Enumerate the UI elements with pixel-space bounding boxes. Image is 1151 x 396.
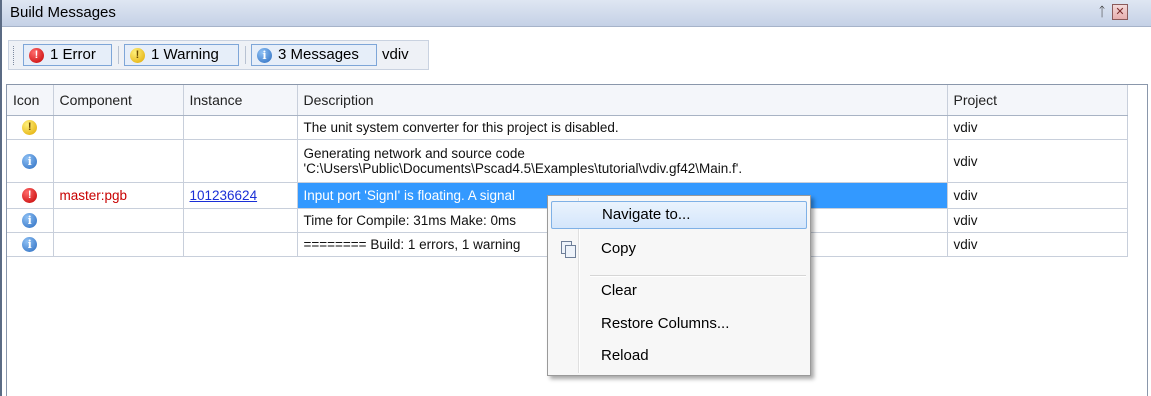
instance-link[interactable]: 101236624 xyxy=(190,188,258,203)
window-title: Build Messages xyxy=(10,4,116,21)
info-icon: i xyxy=(257,48,272,63)
table-row[interactable]: ! The unit system converter for this pro… xyxy=(7,115,1128,140)
error-icon: ! xyxy=(29,48,44,63)
row-icon-cell: ! xyxy=(7,182,54,209)
build-messages-panel: Build Messages ᛏ ✕ ! 1 Error ! 1 Warning… xyxy=(0,0,1151,396)
info-icon: i xyxy=(22,153,38,169)
menu-item-label: Restore Columns... xyxy=(601,315,730,332)
close-button[interactable]: ✕ xyxy=(1112,4,1128,20)
component-cell xyxy=(53,232,184,257)
description-line: 'C:\Users\Public\Documents\Pscad4.5\Exam… xyxy=(303,161,743,176)
toolbar-grip[interactable] xyxy=(13,46,16,65)
instance-cell xyxy=(183,208,298,233)
row-icon-cell: ! xyxy=(7,115,54,140)
messages-toggle-button[interactable]: i 3 Messages xyxy=(251,44,377,66)
copy-icon xyxy=(561,241,576,258)
title-bar: Build Messages ᛏ ✕ xyxy=(2,0,1151,27)
column-header-description[interactable]: Description xyxy=(297,85,948,116)
table-row[interactable]: i Generating network and source code 'C:… xyxy=(7,139,1128,183)
row-icon-cell: i xyxy=(7,208,54,233)
errors-label: 1 Error xyxy=(50,46,96,63)
menu-item-copy[interactable]: Copy xyxy=(551,236,807,264)
info-icon: i xyxy=(22,237,38,253)
header-row: Icon Component Instance Description Proj… xyxy=(7,85,1128,116)
instance-cell xyxy=(183,139,298,183)
toolbar-separator xyxy=(245,46,246,64)
row-icon-cell: i xyxy=(7,139,54,183)
project-cell: vdiv xyxy=(947,182,1128,209)
row-icon-cell: i xyxy=(7,232,54,257)
menu-item-restore-columns[interactable]: Restore Columns... xyxy=(551,311,807,339)
errors-toggle-button[interactable]: ! 1 Error xyxy=(23,44,112,66)
warning-icon: ! xyxy=(22,120,38,136)
info-icon: i xyxy=(22,213,38,229)
toolbar-separator xyxy=(118,46,119,64)
project-cell: vdiv xyxy=(947,208,1128,233)
message-filter-toolbar: ! 1 Error ! 1 Warning i 3 Messages vdiv xyxy=(2,27,1151,77)
menu-item-label: Copy xyxy=(601,240,637,257)
project-filter-label[interactable]: vdiv xyxy=(382,45,409,65)
menu-separator xyxy=(590,275,806,277)
menu-item-navigate-to[interactable]: Navigate to... xyxy=(551,201,807,229)
instance-cell xyxy=(183,232,298,257)
project-cell: vdiv xyxy=(947,232,1128,257)
menu-item-reload[interactable]: Reload xyxy=(551,343,807,371)
warnings-toggle-button[interactable]: ! 1 Warning xyxy=(124,44,239,66)
project-cell: vdiv xyxy=(947,115,1128,140)
warnings-label: 1 Warning xyxy=(151,46,219,63)
instance-cell: 101236624 xyxy=(183,182,298,209)
description-line: Generating network and source code xyxy=(303,146,525,161)
column-header-instance[interactable]: Instance xyxy=(183,85,298,116)
menu-item-clear[interactable]: Clear xyxy=(551,278,807,306)
description-cell: The unit system converter for this proje… xyxy=(297,115,948,140)
messages-label: 3 Messages xyxy=(278,46,359,63)
context-menu: Navigate to... Copy Clear Restore Column… xyxy=(547,195,811,376)
project-cell: vdiv xyxy=(947,139,1128,183)
column-header-project[interactable]: Project xyxy=(947,85,1128,116)
component-cell xyxy=(53,115,184,140)
component-cell xyxy=(53,139,184,183)
instance-cell xyxy=(183,115,298,140)
warning-icon: ! xyxy=(130,48,145,63)
component-cell xyxy=(53,208,184,233)
pin-icon[interactable]: ᛏ xyxy=(1095,4,1109,20)
column-header-component[interactable]: Component xyxy=(53,85,184,116)
menu-item-label: Navigate to... xyxy=(602,206,691,223)
column-header-icon[interactable]: Icon xyxy=(7,85,54,116)
component-cell: master:pgb xyxy=(53,182,184,209)
error-icon: ! xyxy=(22,188,38,204)
menu-item-label: Clear xyxy=(601,282,637,299)
menu-item-label: Reload xyxy=(601,347,649,364)
description-cell: Generating network and source code 'C:\U… xyxy=(297,139,948,183)
filter-group: ! 1 Error ! 1 Warning i 3 Messages vdiv xyxy=(8,40,429,70)
